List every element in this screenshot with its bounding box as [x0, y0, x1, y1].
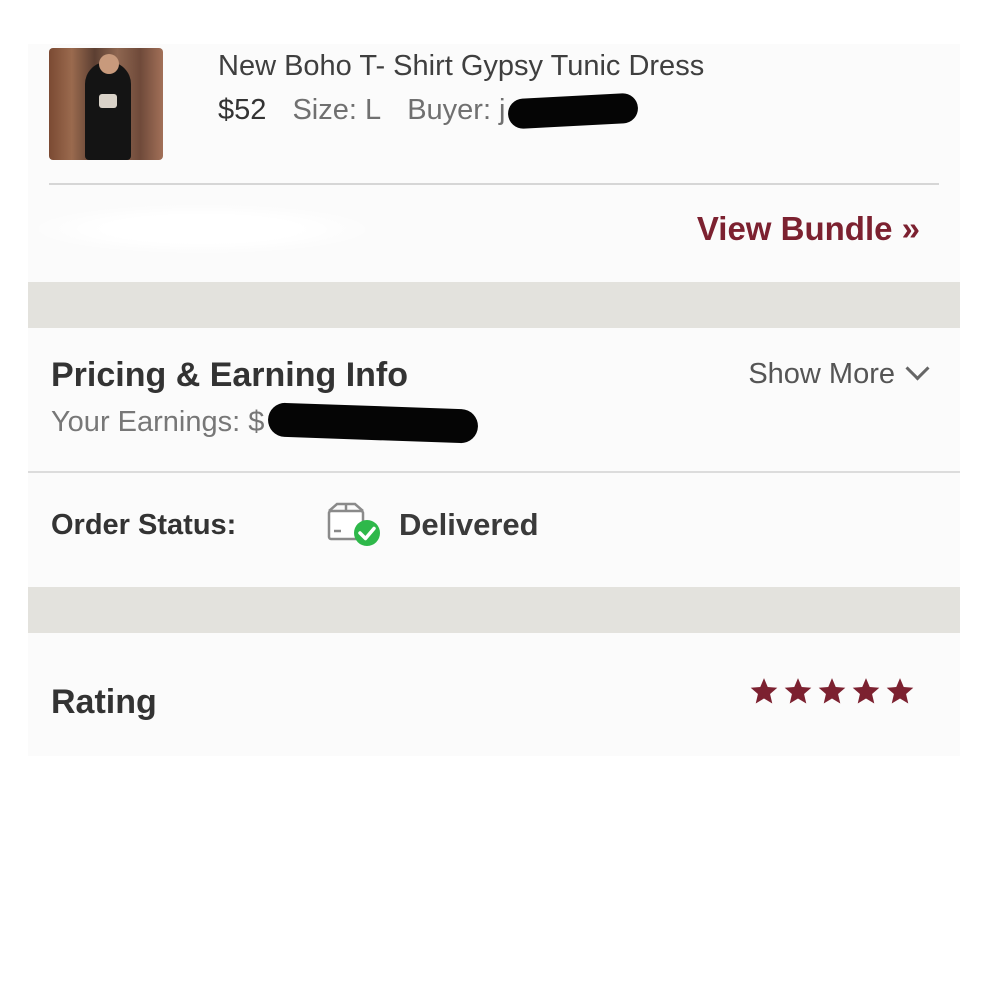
star-icon — [886, 678, 914, 704]
earnings-redaction — [267, 402, 479, 444]
pricing-heading: Pricing & Earning Info — [51, 356, 409, 394]
thumbnail-shirt-graphic — [99, 94, 117, 108]
item-buyer: Buyer: j — [407, 94, 506, 126]
star-icon — [818, 678, 846, 704]
earnings-row: Your Earnings: $ — [51, 402, 479, 444]
section-separator — [28, 282, 960, 328]
item-price: $52 — [218, 94, 267, 126]
buyer-redaction — [506, 92, 639, 130]
star-icon — [784, 678, 812, 704]
thumbnail-figure — [85, 62, 131, 160]
erased-area — [32, 204, 372, 254]
item-title[interactable]: New Boho T- Shirt Gypsy Tunic Dress — [218, 50, 704, 83]
earnings-label: Your Earnings: $ — [51, 406, 265, 438]
section-separator — [28, 587, 960, 633]
star-icon — [852, 678, 880, 704]
rating-section: Rating — [28, 633, 960, 756]
item-size: Size: L — [292, 94, 382, 126]
order-item-card: New Boho T- Shirt Gypsy Tunic Dress $52 … — [28, 44, 960, 282]
order-status-label: Order Status: — [51, 509, 237, 541]
show-more-button[interactable]: Show More — [748, 356, 930, 391]
thumbnail-head — [99, 54, 119, 74]
rating-label: Rating — [51, 683, 157, 721]
pricing-section: Pricing & Earning Info Your Earnings: $ … — [28, 328, 960, 473]
item-meta: $52 Size: L Buyer: j — [218, 92, 639, 130]
delivered-box-icon — [327, 502, 380, 546]
order-status-section: Order Status: Delivered — [28, 473, 960, 587]
item-thumbnail[interactable] — [49, 48, 163, 160]
rating-stars — [750, 677, 914, 705]
view-bundle-link[interactable]: View Bundle » — [697, 210, 920, 248]
star-icon — [750, 678, 778, 704]
order-status-value: Delivered — [399, 507, 539, 542]
item-divider — [49, 183, 939, 185]
show-more-label: Show More — [748, 358, 895, 390]
chevron-down-icon — [905, 356, 930, 381]
